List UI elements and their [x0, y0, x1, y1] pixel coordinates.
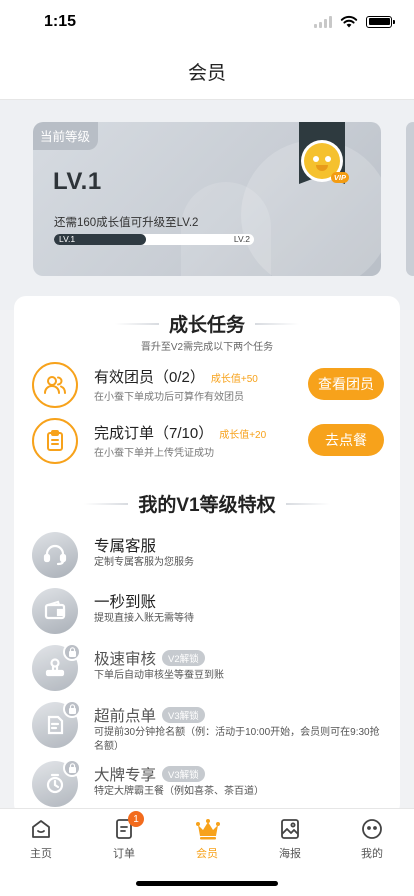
order-count-badge: 1: [128, 811, 144, 827]
growth-tasks-header: 成长任务: [14, 310, 400, 337]
privilege-name: 极速审核 V2解锁: [94, 647, 205, 669]
privilege-name: 超前点单 V3解锁: [94, 704, 205, 726]
order-icon: 1: [112, 811, 144, 841]
growth-tasks-title: 成长任务: [168, 315, 245, 336]
cellular-signal-icon: [314, 15, 332, 28]
task-name-text: 有效团员（0/2）: [94, 369, 205, 386]
wifi-icon: [340, 15, 358, 28]
privilege-name-text: 大牌专享: [94, 767, 157, 784]
privilege-row: 超前点单 V3解锁 可提前30分钟抢名额（例：活动于10:00开始，会员则可在9:…: [30, 700, 384, 754]
brand-timer-icon: [32, 759, 81, 807]
task-desc: 在小蚕下单并上传凭证成功: [94, 448, 214, 459]
task-row: 完成订单（7/10） 成长值+20 在小蚕下单并上传凭证成功 去点餐: [30, 416, 384, 468]
privilege-row: 一秒到账 提现直接入账无需等待: [30, 588, 384, 640]
review-stamp-icon: [32, 643, 81, 691]
tab-label: 会员: [196, 848, 218, 860]
lock-icon: [63, 759, 81, 777]
divider: [285, 502, 330, 505]
crown-icon: [195, 817, 220, 841]
status-bar: 1:15: [0, 0, 414, 44]
privilege-name: 专属客服: [94, 538, 157, 555]
privilege-desc: 特定大牌霸王餐（例如喜茶、茶百道）: [94, 786, 264, 797]
tab-label: 海报: [279, 848, 301, 860]
level-card-carousel[interactable]: 当前等级 LV.1 还需160成长值可升级至LV.2 LV.1 LV.2 VIP: [0, 100, 414, 310]
divider: [255, 322, 299, 325]
headset-service-icon: [32, 532, 78, 578]
tab-label: 我的: [361, 848, 383, 860]
task-name: 完成订单（7/10） 成长值+20: [94, 422, 266, 443]
privilege-desc: 定制专属客服为您服务: [94, 557, 194, 568]
growth-tasks-subtitle: 晋升至V2需完成以下两个任务: [140, 342, 274, 353]
page-title: 会员: [187, 63, 226, 84]
wallet-icon: [32, 588, 78, 634]
tab-label: 订单: [113, 848, 135, 860]
privilege-row: 极速审核 V2解锁 下单后自动审核坐等蚕豆到账: [30, 643, 384, 697]
privilege-row: 专属客服 定制专属客服为您服务: [30, 532, 384, 584]
order-clipboard-icon: [32, 418, 78, 464]
home-indicator: [136, 881, 278, 886]
nav-header: 会员: [0, 44, 414, 100]
go-order-button[interactable]: 去点餐: [308, 424, 384, 456]
vip-mascot-badge: VIP: [301, 140, 349, 183]
privilege-desc: 提现直接入账无需等待: [94, 613, 194, 624]
privilege-name: 一秒到账: [94, 594, 157, 611]
task-reward: 成长值+20: [219, 430, 267, 441]
progress-end-label: LV.2: [233, 234, 250, 244]
level-name: LV.1: [53, 168, 102, 195]
privilege-row: 大牌专享 V3解锁 特定大牌霸王餐（例如喜茶、茶百道）: [30, 759, 384, 813]
privilege-name-text: 极速审核: [94, 651, 157, 668]
home-icon: [29, 817, 53, 841]
tab-profile[interactable]: 我的: [342, 817, 402, 867]
level-upgrade-hint: 还需160成长值可升级至LV.2: [54, 217, 199, 229]
member-panel: 成长任务 晋升至V2需完成以下两个任务 有效团员（0/2） 成长值+50 在小蚕下…: [14, 296, 400, 816]
level-card[interactable]: 当前等级 LV.1 还需160成长值可升级至LV.2 LV.1 LV.2 VIP: [33, 122, 381, 276]
privilege-desc: 可提前30分钟抢名额（例：活动于10:00开始，会员则可在9:30抢名额）: [94, 727, 380, 752]
view-members-button[interactable]: 查看团员: [308, 368, 384, 400]
lock-icon: [63, 643, 81, 661]
privileges-title: 我的V1等级特权: [138, 495, 276, 516]
tab-poster[interactable]: 海报: [260, 817, 320, 867]
unlock-level-tag: V3解锁: [162, 707, 205, 723]
profile-icon: [360, 817, 384, 841]
unlock-level-tag: V3解锁: [162, 766, 205, 782]
battery-icon: [366, 15, 395, 28]
divider: [114, 322, 159, 325]
level-progress-bar: LV.1 LV.2: [54, 234, 254, 245]
poster-icon: [278, 817, 302, 841]
privilege-name: 大牌专享 V3解锁: [94, 763, 205, 785]
team-member-icon: [32, 362, 78, 408]
tab-label: 主页: [30, 848, 52, 860]
task-row: 有效团员（0/2） 成长值+50 在小蚕下单成功后可算作有效团员 查看团员: [30, 360, 384, 412]
status-icons: [314, 15, 395, 28]
task-reward: 成长值+50: [210, 374, 258, 385]
early-order-icon: [32, 700, 81, 748]
privilege-name-text: 超前点单: [94, 708, 157, 725]
status-time: 1:15: [44, 13, 77, 30]
unlock-level-tag: V2解锁: [162, 650, 205, 666]
vip-label: VIP: [330, 172, 349, 183]
task-desc: 在小蚕下单成功后可算作有效团员: [94, 392, 244, 403]
privilege-desc: 下单后自动审核坐等蚕豆到账: [94, 670, 224, 681]
task-name-text: 完成订单（7/10）: [94, 425, 214, 442]
tab-home[interactable]: 主页: [11, 817, 71, 867]
current-level-tag: 当前等级: [33, 122, 99, 150]
task-name: 有效团员（0/2） 成长值+50: [94, 366, 258, 387]
tab-orders[interactable]: 1 订单: [94, 811, 154, 867]
lock-icon: [63, 700, 81, 718]
divider: [84, 502, 129, 505]
progress-start-label: LV.1: [59, 234, 76, 244]
tab-member[interactable]: 会员: [177, 817, 237, 867]
privileges-header: 我的V1等级特权: [14, 490, 400, 517]
next-level-card-peek[interactable]: [406, 122, 414, 276]
